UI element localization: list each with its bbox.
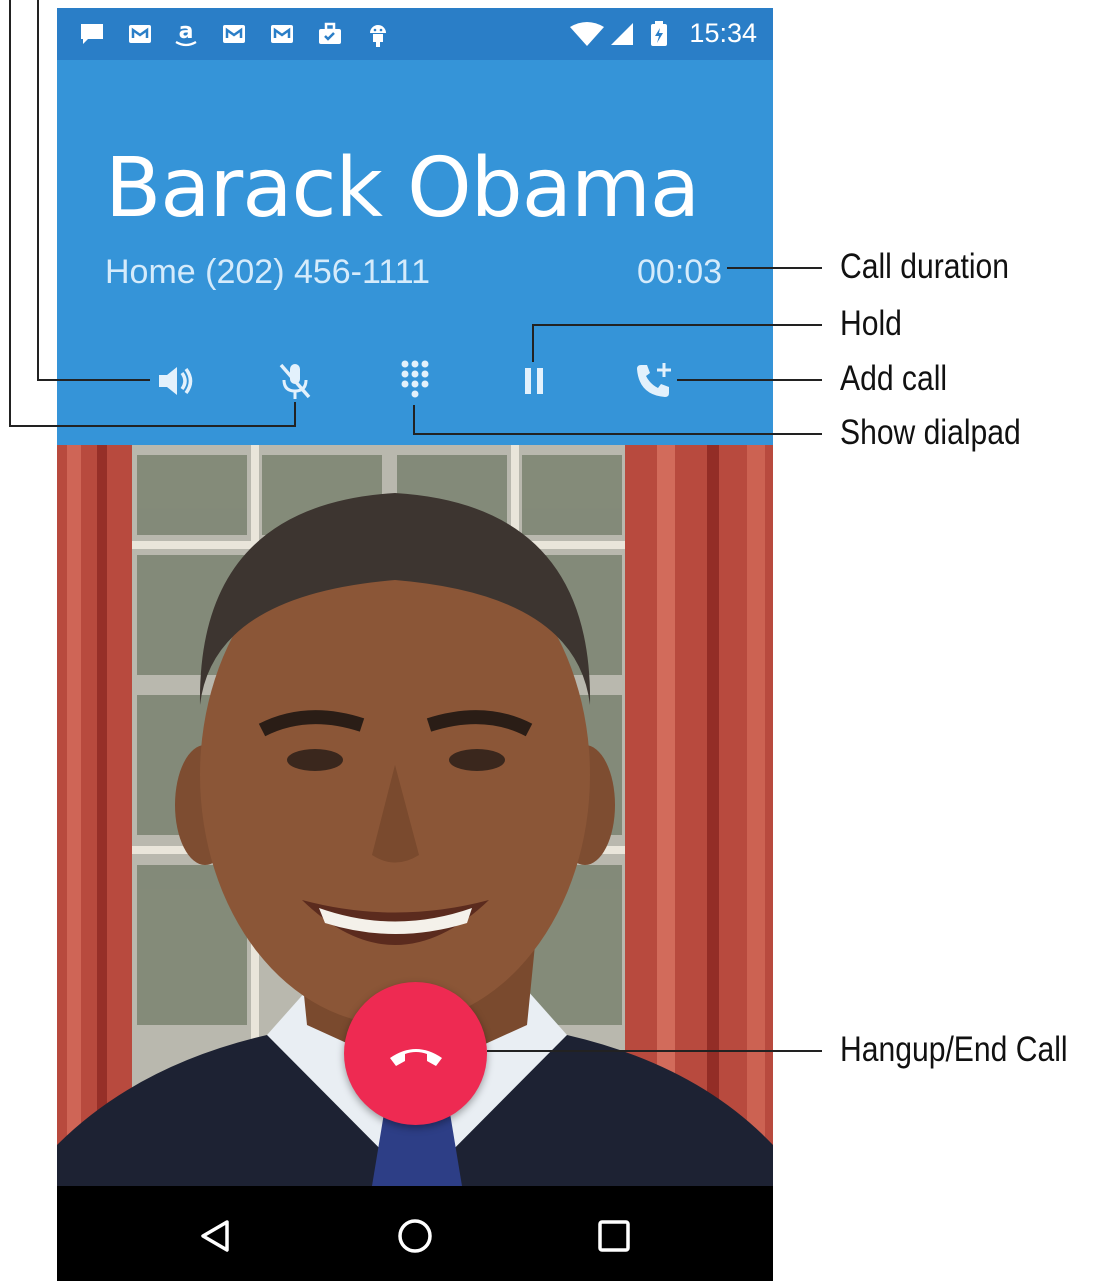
callout-call-duration: Call duration: [840, 247, 1009, 286]
add-call-button[interactable]: [625, 352, 683, 410]
svg-text:a: a: [179, 21, 194, 44]
mute-icon: [279, 363, 311, 399]
gmail-icon: [223, 25, 245, 43]
back-button[interactable]: [185, 1206, 245, 1266]
gmail-icon: [271, 25, 293, 43]
hold-button[interactable]: [505, 352, 563, 410]
amazon-icon: a: [175, 21, 197, 47]
callout-hangup: Hangup/End Call: [840, 1030, 1068, 1069]
briefcase-check-icon: [319, 22, 341, 44]
callout-hold: Hold: [840, 304, 902, 343]
wifi-icon: [570, 22, 604, 46]
mute-button[interactable]: [266, 352, 324, 410]
phone-hangup-icon: [389, 1048, 442, 1066]
callout-show-dialpad: Show dialpad: [840, 413, 1021, 452]
add-call-icon: [637, 363, 671, 397]
status-bar: a 15:34: [57, 8, 773, 60]
recents-icon: [598, 1220, 630, 1252]
navigation-bar: [57, 1186, 773, 1281]
speaker-button[interactable]: [146, 352, 204, 410]
speaker-icon: [159, 367, 193, 395]
cell-signal-icon: [611, 23, 633, 45]
message-icon: [81, 24, 103, 44]
status-time: 15:34: [689, 18, 757, 48]
dialpad-button[interactable]: [386, 352, 444, 410]
hold-icon: [525, 368, 543, 394]
recents-button[interactable]: [584, 1206, 644, 1266]
phone-screen: a 15:34 Barack Obama Home (202) 456-1111…: [57, 8, 773, 1281]
android-icon: [370, 25, 386, 47]
battery-charging-icon: [651, 21, 667, 46]
gmail-icon: [129, 25, 151, 43]
dialpad-icon: [401, 360, 429, 398]
home-button[interactable]: [385, 1206, 445, 1266]
caller-number: Home (202) 456-1111: [105, 253, 431, 291]
back-icon: [201, 1220, 229, 1252]
caller-name: Barack Obama: [105, 141, 700, 236]
home-icon: [398, 1219, 432, 1253]
figure: a 15:34 Barack Obama Home (202) 456-1111…: [0, 0, 1094, 1281]
callout-add-call: Add call: [840, 359, 948, 398]
call-header: Barack Obama Home (202) 456-1111 00:03: [57, 60, 773, 445]
call-duration: 00:03: [637, 253, 723, 291]
hangup-button[interactable]: [344, 982, 487, 1125]
